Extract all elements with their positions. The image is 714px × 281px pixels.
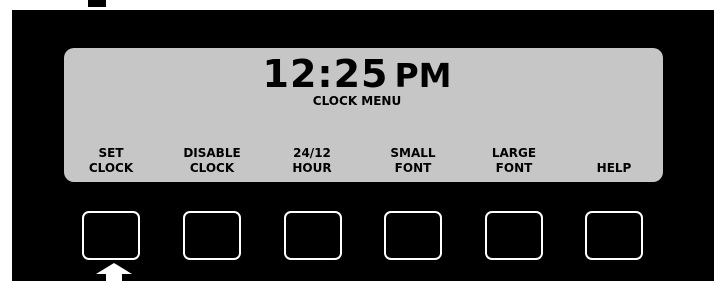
top-margin — [0, 0, 714, 10]
large-font-button[interactable] — [485, 211, 543, 260]
softkey-label-line1: 24/12 — [293, 146, 331, 160]
softkey-label-line1: LARGE — [491, 146, 537, 160]
time-ampm: PM — [394, 56, 452, 95]
softkey-label-24-12-hour: 24/12 HOUR — [262, 146, 362, 176]
help-button[interactable] — [585, 211, 643, 260]
softkey-label-line2: HELP — [596, 161, 632, 175]
time-digits: 12:25 — [262, 52, 389, 96]
softkey-label-line1: DISABLE — [183, 146, 241, 160]
up-arrow-icon — [96, 263, 132, 281]
softkey-label-line2: CLOCK — [88, 161, 134, 175]
menu-title: CLOCK MENU — [312, 94, 402, 108]
softkey-label-line2: CLOCK — [189, 161, 235, 175]
softkey-label-line2: FONT — [495, 161, 533, 175]
softkey-label-help: HELP — [564, 146, 664, 176]
softkey-label-disable-clock: DISABLE CLOCK — [162, 146, 262, 176]
softkey-label-small-font: SMALL FONT — [363, 146, 463, 176]
softkey-label-line2: FONT — [394, 161, 432, 175]
disable-clock-button[interactable] — [183, 211, 241, 260]
small-font-button[interactable] — [384, 211, 442, 260]
softkey-label-large-font: LARGE FONT — [464, 146, 564, 176]
softkey-label-set-clock: SET CLOCK — [61, 146, 161, 176]
softkey-label-line2: HOUR — [292, 161, 332, 175]
set-clock-button[interactable] — [82, 211, 140, 260]
softkey-label-line1: SET — [98, 146, 124, 160]
softkey-label-line1: SMALL — [390, 146, 436, 160]
softkey-label-line1 — [564, 146, 664, 161]
top-edge-mark — [88, 0, 106, 7]
24-12-hour-button[interactable] — [284, 211, 342, 260]
